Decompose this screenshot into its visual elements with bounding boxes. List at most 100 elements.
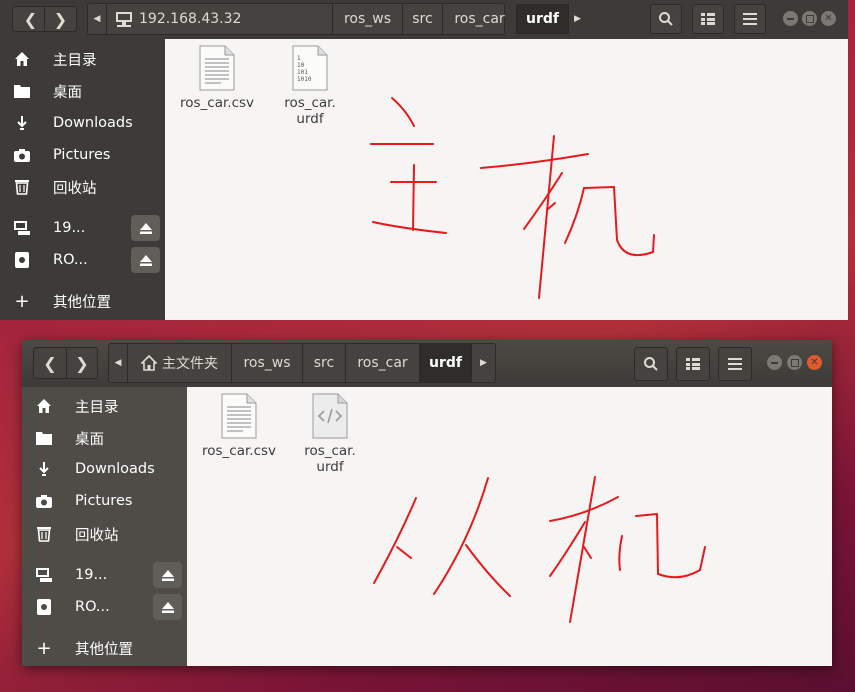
sidebar-item-label: 回收站 — [53, 180, 97, 197]
sidebar-item-label: 其他位置 — [75, 641, 133, 658]
menu-button[interactable] — [718, 347, 752, 381]
binary-file-icon: 1101011010 — [292, 45, 328, 91]
file-name: ros_car. urdf — [304, 443, 356, 475]
close-button[interactable]: ✕ — [821, 11, 836, 26]
sidebar-item-network-share[interactable]: 19... — [22, 559, 187, 591]
svg-text:101: 101 — [297, 69, 308, 76]
breadcrumb-urdf[interactable]: urdf — [516, 4, 568, 34]
headerbar: ❮ ❯ ◀ 192.168.43.32 ros_ws src ros_car u… — [0, 0, 848, 39]
breadcrumb-scroll-left[interactable]: ◀ — [109, 344, 127, 382]
view-toggle-button[interactable] — [676, 347, 710, 381]
sidebar: 主目录 桌面 Downloads Pictures 回收站 19... RO..… — [22, 387, 187, 666]
file-item[interactable]: 1 10 101 1010 ros_car. urdf — [265, 45, 355, 127]
sidebar-item-pictures[interactable]: Pictures — [0, 139, 165, 171]
network-drive-icon — [13, 219, 31, 237]
file-item[interactable]: ros_car. urdf — [285, 393, 375, 475]
close-icon: ✕ — [810, 357, 819, 368]
sidebar-item-home[interactable]: 主目录 — [0, 43, 165, 75]
sidebar-item-desktop[interactable]: 桌面 — [0, 75, 165, 107]
forward-button[interactable]: ❯ — [44, 6, 77, 32]
file-manager-window-host: ❮ ❯ ◀ 192.168.43.32 ros_ws src ros_car u… — [0, 0, 848, 320]
breadcrumb-scroll-right[interactable]: ▶ — [471, 344, 495, 382]
sidebar-item-label: 回收站 — [75, 527, 119, 544]
eject-button[interactable] — [153, 594, 182, 620]
eject-icon — [139, 254, 152, 266]
sidebar-item-home[interactable]: 主目录 — [22, 390, 187, 422]
sidebar-item-label: 桌面 — [75, 431, 104, 448]
file-item[interactable]: ros_car.csv — [194, 393, 284, 459]
breadcrumb-ros-ws[interactable]: ros_ws — [332, 4, 402, 34]
list-view-icon — [701, 13, 715, 25]
minimize-icon — [787, 17, 794, 20]
sidebar-item-label: RO... — [75, 599, 110, 615]
search-button[interactable] — [634, 347, 668, 381]
eject-button[interactable] — [153, 562, 182, 588]
view-toggle-button[interactable] — [692, 4, 724, 34]
breadcrumb-src[interactable]: src — [402, 4, 442, 34]
sidebar-item-network-share[interactable]: 19... — [0, 212, 165, 244]
location-label: 192.168.43.32 — [139, 11, 242, 27]
home-icon — [35, 397, 53, 415]
plus-icon: + — [36, 637, 52, 659]
camera-icon — [35, 492, 53, 510]
sidebar-item-trash[interactable]: 回收站 — [22, 518, 187, 550]
breadcrumb: ◀ 主文件夹 ros_ws src ros_car urdf ▶ — [108, 343, 496, 383]
maximize-button[interactable] — [802, 11, 817, 26]
breadcrumb-scroll-left[interactable]: ◀ — [88, 4, 106, 34]
search-button[interactable] — [650, 4, 682, 34]
breadcrumb-location[interactable]: 192.168.43.32 — [106, 4, 332, 34]
sidebar-item-other-locations[interactable]: + 其他位置 — [0, 285, 165, 317]
eject-button[interactable] — [131, 247, 160, 273]
file-manager-window-client: ❮ ❯ ◀ 主文件夹 ros_ws src ros_car urdf ▶ ✕ 主… — [22, 340, 832, 666]
sidebar-item-label: 其他位置 — [53, 294, 111, 311]
home-icon — [13, 50, 31, 68]
text-file-icon — [221, 393, 257, 439]
search-icon — [644, 357, 658, 371]
sidebar-item-label: Downloads — [53, 115, 133, 131]
file-name: ros_car. urdf — [284, 95, 336, 127]
drive-icon — [35, 598, 53, 616]
minimize-button[interactable] — [767, 355, 782, 370]
minimize-button[interactable] — [783, 11, 798, 26]
sidebar-item-other-locations[interactable]: + 其他位置 — [22, 632, 187, 664]
network-drive-icon — [116, 12, 132, 27]
breadcrumb-ros-car[interactable]: ros_car — [442, 4, 516, 34]
back-button[interactable]: ❮ — [12, 6, 48, 32]
chevron-left-icon: ❮ — [23, 9, 38, 29]
sidebar-item-label: 主目录 — [75, 399, 119, 416]
hamburger-icon — [743, 13, 757, 25]
sidebar-item-label: 桌面 — [53, 84, 82, 101]
breadcrumb: ◀ 192.168.43.32 ros_ws src ros_car urdf … — [87, 3, 581, 35]
sidebar-item-label: 19... — [53, 220, 86, 236]
chevron-right-icon: ❯ — [75, 353, 89, 373]
eject-icon — [161, 601, 174, 613]
maximize-button[interactable] — [787, 355, 802, 370]
sidebar-item-drive[interactable]: RO... — [0, 244, 165, 276]
file-view: ros_car.csv 1 10 101 1010 ros_car. urdf — [165, 39, 848, 320]
sidebar-item-trash[interactable]: 回收站 — [0, 171, 165, 203]
eject-button[interactable] — [131, 215, 160, 241]
breadcrumb-src[interactable]: src — [302, 344, 345, 382]
sidebar-item-downloads[interactable]: Downloads — [22, 453, 187, 485]
forward-button[interactable]: ❯ — [66, 347, 98, 379]
svg-text:1010: 1010 — [297, 76, 312, 83]
sidebar-item-drive[interactable]: RO... — [22, 591, 187, 623]
download-icon — [13, 114, 31, 132]
menu-button[interactable] — [734, 4, 766, 34]
breadcrumb-location[interactable]: 主文件夹 — [127, 344, 231, 382]
minimize-icon — [771, 361, 778, 364]
text-file-icon — [199, 45, 235, 91]
sidebar-item-downloads[interactable]: Downloads — [0, 107, 165, 139]
breadcrumb-scroll-right[interactable]: ▶ — [568, 4, 586, 34]
sidebar-item-pictures[interactable]: Pictures — [22, 485, 187, 517]
breadcrumb-ros-car[interactable]: ros_car — [345, 344, 419, 382]
back-button[interactable]: ❮ — [33, 347, 67, 379]
breadcrumb-urdf[interactable]: urdf — [419, 344, 471, 382]
breadcrumb-ros-ws[interactable]: ros_ws — [231, 344, 302, 382]
file-item[interactable]: ros_car.csv — [172, 45, 262, 111]
sidebar-item-desktop[interactable]: 桌面 — [22, 422, 187, 454]
close-button[interactable]: ✕ — [807, 355, 822, 370]
network-drive-icon — [35, 566, 53, 584]
trash-icon — [35, 525, 53, 543]
list-view-icon — [686, 358, 700, 370]
